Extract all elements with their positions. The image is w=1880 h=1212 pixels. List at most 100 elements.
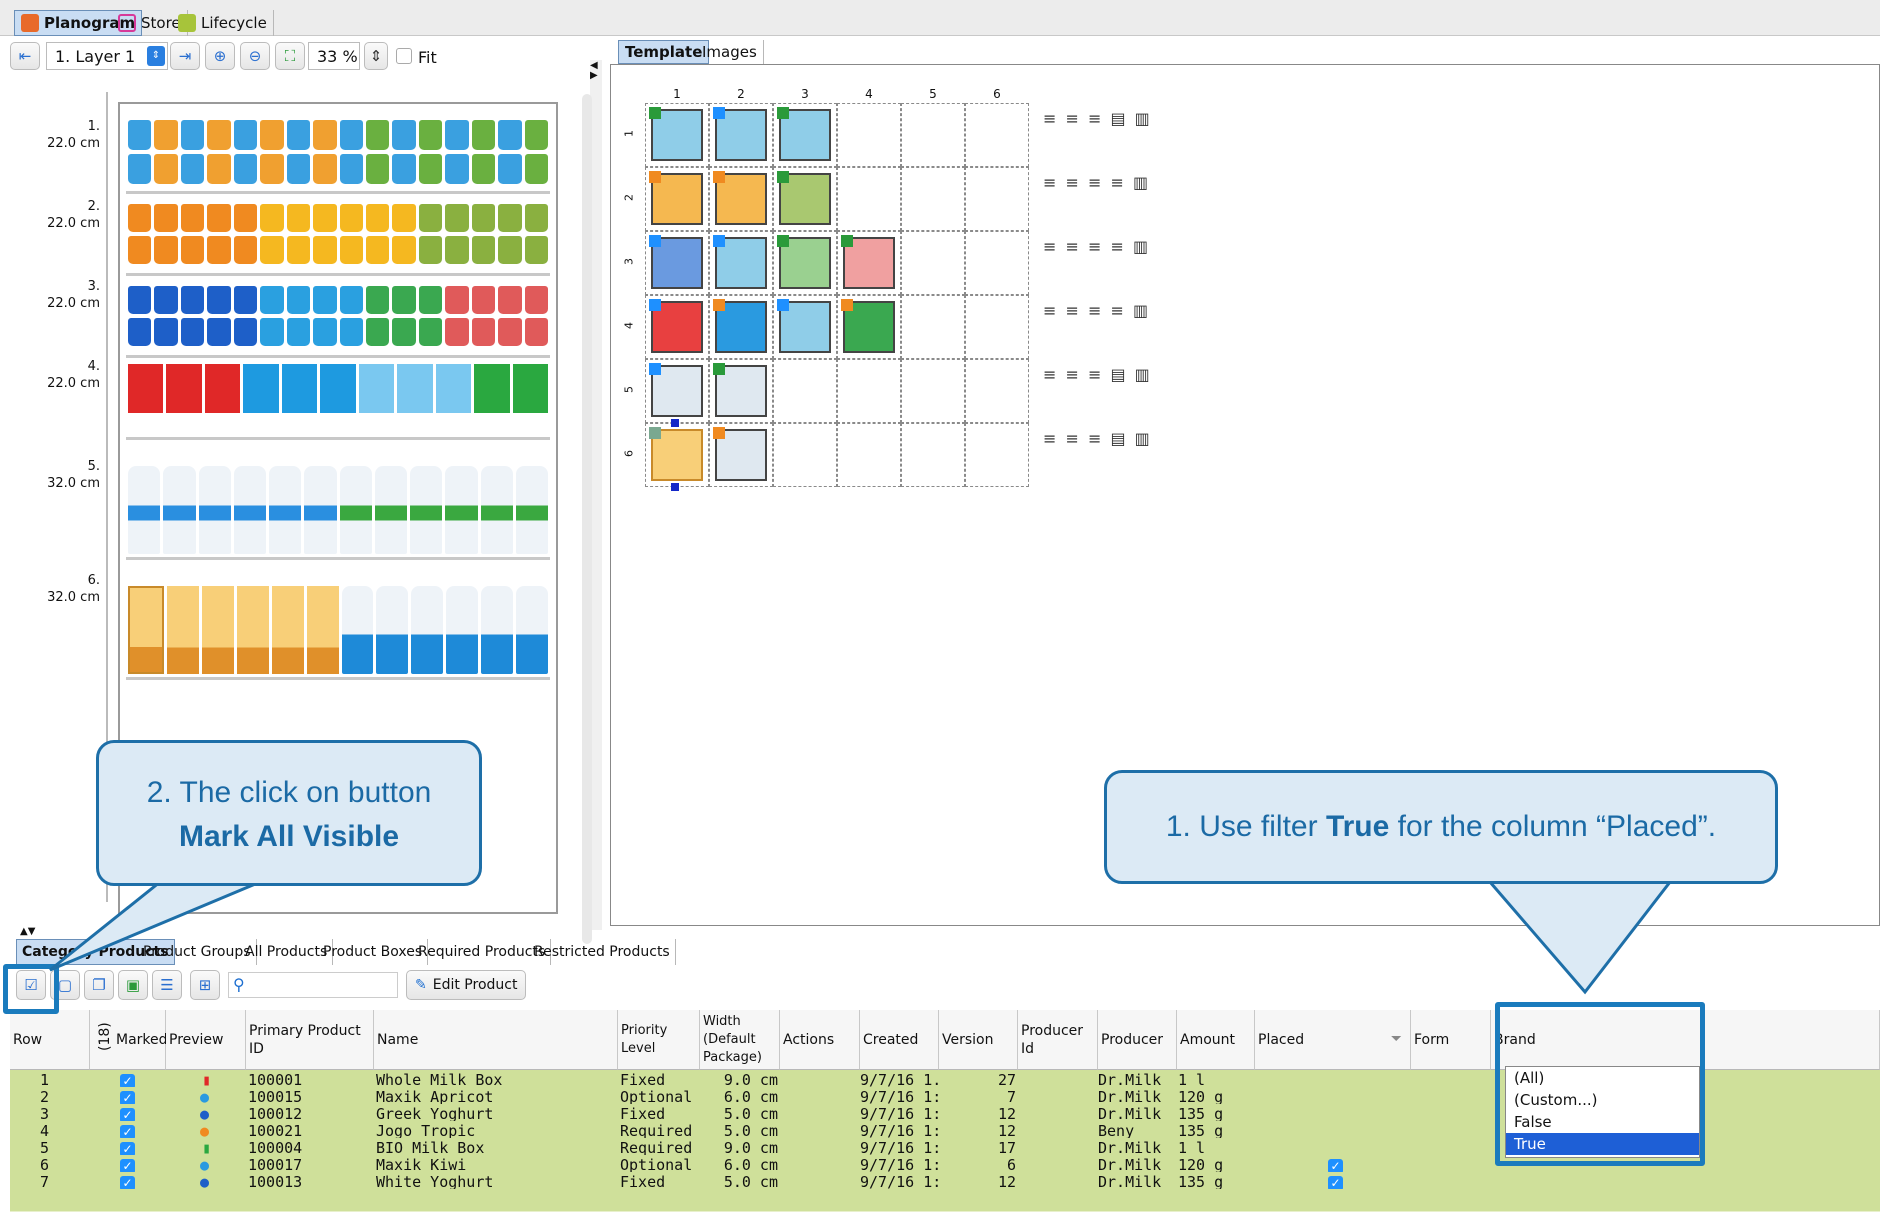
- template-cell[interactable]: [965, 103, 1029, 167]
- fit-label: Fit: [418, 48, 437, 67]
- add-image-button[interactable]: ▣: [118, 970, 148, 1000]
- template-cell[interactable]: [837, 231, 901, 295]
- row-alignment-icons[interactable]: ≡ ≡ ≡ ≡ ▥: [1043, 237, 1150, 256]
- template-cell[interactable]: [965, 167, 1029, 231]
- search-input[interactable]: ⚲: [228, 972, 398, 998]
- template-cell[interactable]: [837, 167, 901, 231]
- main-tabbar: Planogram Store Lifecycle: [0, 0, 1880, 36]
- template-cell[interactable]: [645, 231, 709, 295]
- template-cell[interactable]: [709, 295, 773, 359]
- template-cell[interactable]: [645, 103, 709, 167]
- template-cell[interactable]: [965, 423, 1029, 487]
- template-cell[interactable]: [645, 423, 709, 487]
- fit-checkbox[interactable]: [396, 48, 412, 64]
- shelf-row-2[interactable]: [126, 196, 550, 276]
- template-cell[interactable]: [645, 359, 709, 423]
- template-cell[interactable]: [773, 423, 837, 487]
- row-label-6: 6. 32.0 cm: [47, 573, 100, 605]
- zoom-field[interactable]: 33 %: [308, 42, 360, 70]
- template-cell[interactable]: [965, 231, 1029, 295]
- shelf-row-3[interactable]: [126, 278, 550, 358]
- col-header-preview[interactable]: Preview: [166, 1010, 246, 1070]
- template-cell[interactable]: [965, 295, 1029, 359]
- col-header-priority-level[interactable]: Priority Level: [618, 1010, 700, 1070]
- col-header-producer-id[interactable]: Producer Id: [1018, 1010, 1098, 1070]
- col-header-primary-product-id[interactable]: Primary Product ID: [246, 1010, 374, 1070]
- template-cell[interactable]: [901, 231, 965, 295]
- previous-layer-button[interactable]: ⇤: [10, 42, 40, 70]
- resize-handle-top[interactable]: [671, 419, 679, 427]
- template-cell[interactable]: [837, 103, 901, 167]
- zoom-stepper[interactable]: ⇕: [364, 42, 388, 70]
- table-row[interactable]: [10, 1189, 1880, 1212]
- template-cell[interactable]: [773, 167, 837, 231]
- zoom-out-button[interactable]: ⊖: [240, 42, 270, 70]
- col-header-width[interactable]: Width (Default Package): [700, 1010, 780, 1070]
- products-milk-bottles: [128, 466, 548, 554]
- fit-to-screen-button[interactable]: ⛶: [275, 42, 305, 70]
- template-cell[interactable]: [773, 359, 837, 423]
- shelf-row-6[interactable]: [126, 562, 550, 680]
- col-header-placed[interactable]: Placed ⏷: [1255, 1010, 1411, 1070]
- chevron-updown-icon: ⇕: [147, 46, 165, 66]
- col-header-marked[interactable]: (18) Marked: [90, 1010, 168, 1070]
- row-number-2: 2: [622, 194, 636, 201]
- col-header-amount[interactable]: Amount: [1177, 1010, 1255, 1070]
- template-cell[interactable]: [901, 167, 965, 231]
- col-header-row[interactable]: Row: [10, 1010, 90, 1070]
- row-alignment-icons[interactable]: ≡ ≡ ≡ ≡ ▥: [1043, 173, 1150, 192]
- shelf-row-1[interactable]: [126, 114, 550, 194]
- col-header-version[interactable]: Version: [939, 1010, 1018, 1070]
- template-cell[interactable]: [709, 167, 773, 231]
- col-header-actions[interactable]: Actions: [780, 1010, 860, 1070]
- left-panel-scrollbar[interactable]: [582, 94, 592, 944]
- list-button[interactable]: ☰: [152, 970, 182, 1000]
- template-cell[interactable]: [709, 359, 773, 423]
- zoom-in-button[interactable]: ⊕: [205, 42, 235, 70]
- template-cell[interactable]: [901, 295, 965, 359]
- resize-handle-bottom[interactable]: [671, 483, 679, 491]
- split-arrows-icon[interactable]: ▲▼: [20, 926, 35, 937]
- template-cell[interactable]: [709, 103, 773, 167]
- planogram-icon: [21, 14, 39, 32]
- basket-button[interactable]: ⊞: [190, 970, 220, 1000]
- row-alignment-icons[interactable]: ≡ ≡ ≡ ▤ ▥: [1043, 365, 1152, 384]
- template-cell[interactable]: [837, 359, 901, 423]
- template-cell[interactable]: [901, 359, 965, 423]
- template-cell[interactable]: [837, 423, 901, 487]
- tab-lifecycle[interactable]: Lifecycle: [172, 10, 274, 36]
- col-header-name[interactable]: Name: [374, 1010, 618, 1070]
- shelf-row-4[interactable]: [126, 360, 550, 440]
- template-cell[interactable]: [837, 295, 901, 359]
- template-cell[interactable]: [773, 295, 837, 359]
- row-alignment-icons[interactable]: ≡ ≡ ≡ ▤ ▥: [1043, 109, 1152, 128]
- layer-select[interactable]: 1. Layer 1 ⇕: [46, 42, 168, 70]
- template-cell[interactable]: [709, 231, 773, 295]
- copy-button[interactable]: ❐: [84, 970, 114, 1000]
- template-cell[interactable]: [773, 231, 837, 295]
- col-header-form[interactable]: Form: [1411, 1010, 1491, 1070]
- highlight-mark-all-visible: [3, 964, 59, 1014]
- template-cell[interactable]: [645, 295, 709, 359]
- template-cell[interactable]: [901, 103, 965, 167]
- col-header-producer[interactable]: Producer: [1098, 1010, 1177, 1070]
- next-layer-button[interactable]: ⇥: [170, 42, 200, 70]
- filter-icon[interactable]: ⏷: [1391, 1030, 1402, 1048]
- template-cell[interactable]: [645, 167, 709, 231]
- template-cell[interactable]: [901, 423, 965, 487]
- row-alignment-icons[interactable]: ≡ ≡ ≡ ≡ ▥: [1043, 301, 1150, 320]
- template-cell[interactable]: [709, 423, 773, 487]
- template-cell[interactable]: [965, 359, 1029, 423]
- tab-product-boxes[interactable]: Product Boxes: [318, 939, 429, 965]
- tab-restricted-products[interactable]: Restricted Products: [529, 939, 676, 965]
- callout-right-suffix: for the column “Placed”.: [1389, 810, 1717, 843]
- col-header-created[interactable]: Created: [860, 1010, 939, 1070]
- tab-images[interactable]: Images: [696, 40, 764, 64]
- tab-product-groups[interactable]: Product Groups: [138, 939, 257, 965]
- template-cell[interactable]: [773, 103, 837, 167]
- panel-splitter[interactable]: ◀ ▶: [582, 60, 602, 944]
- edit-product-button[interactable]: ✎ Edit Product: [406, 970, 527, 1000]
- row-alignment-icons[interactable]: ≡ ≡ ≡ ▤ ▥: [1043, 429, 1152, 448]
- zoom-out-icon: ⊖: [248, 47, 262, 65]
- shelf-row-5[interactable]: [126, 442, 550, 560]
